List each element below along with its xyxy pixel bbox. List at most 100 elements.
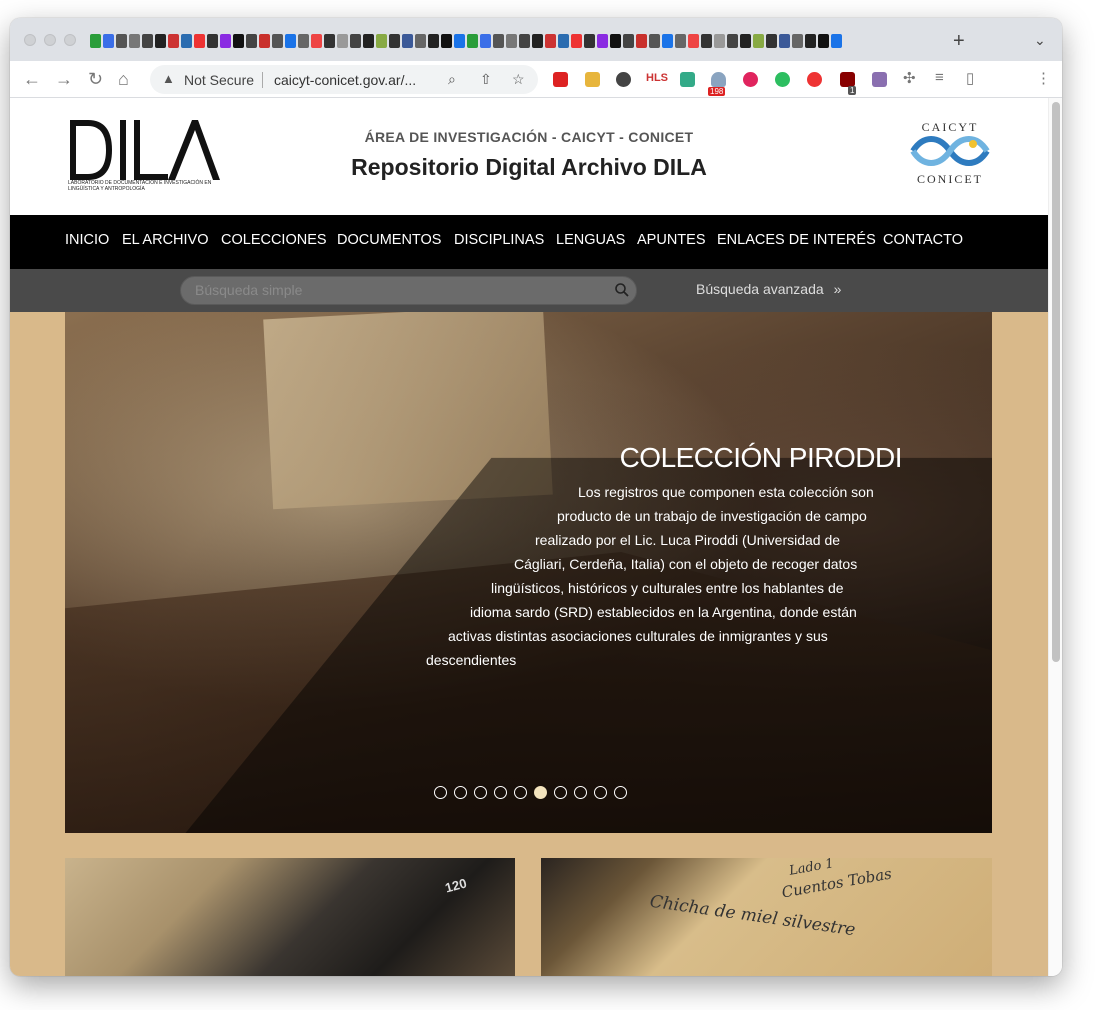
- pinned-tab-favicon-icon[interactable]: [506, 34, 517, 48]
- reading-list-icon[interactable]: ≡: [935, 69, 944, 86]
- address-bar[interactable]: ▲ Not Secure caicyt-conicet.gov.ar/... ⌕…: [150, 65, 538, 94]
- share-icon[interactable]: ⇧: [480, 71, 492, 88]
- pinned-tab-favicon-icon[interactable]: [714, 34, 725, 48]
- mail-extension-icon[interactable]: [711, 72, 726, 87]
- pinned-tab-favicon-icon[interactable]: [415, 34, 426, 48]
- pinned-tab-favicon-icon[interactable]: [558, 34, 569, 48]
- pinned-tab-favicon-icon[interactable]: [740, 34, 751, 48]
- nav-item-lenguas[interactable]: LENGUAS: [556, 232, 625, 248]
- ublock-icon[interactable]: [840, 72, 855, 87]
- pinned-tab-favicon-icon[interactable]: [194, 34, 205, 48]
- home-icon[interactable]: ⌂: [118, 69, 129, 90]
- pinned-tab-favicon-icon[interactable]: [220, 34, 231, 48]
- nav-item-contacto[interactable]: CONTACTO: [883, 232, 963, 248]
- slider-dot[interactable]: [614, 786, 627, 799]
- pinned-tab-favicon-icon[interactable]: [545, 34, 556, 48]
- pinned-tab-favicon-icon[interactable]: [389, 34, 400, 48]
- pencil-extension-icon[interactable]: [585, 72, 600, 87]
- slider-dot[interactable]: [534, 786, 547, 799]
- nav-item-apuntes[interactable]: APUNTES: [637, 232, 706, 248]
- pinned-tab-favicon-icon[interactable]: [818, 34, 829, 48]
- puzzle-extensions-icon[interactable]: ✣: [903, 69, 916, 87]
- pinned-tab-favicon-icon[interactable]: [272, 34, 283, 48]
- pinned-tab-favicon-icon[interactable]: [337, 34, 348, 48]
- slider-dot[interactable]: [594, 786, 607, 799]
- url-text[interactable]: caicyt-conicet.gov.ar/...: [274, 72, 416, 88]
- slider-dot[interactable]: [494, 786, 507, 799]
- pinned-tab-favicon-icon[interactable]: [610, 34, 621, 48]
- side-panel-icon[interactable]: ▯: [966, 69, 974, 87]
- simple-search[interactable]: [180, 276, 637, 305]
- pinned-tab-favicon-icon[interactable]: [805, 34, 816, 48]
- pinned-tab-favicon-icon[interactable]: [597, 34, 608, 48]
- pinned-tab-favicon-icon[interactable]: [285, 34, 296, 48]
- security-label[interactable]: Not Secure: [184, 72, 254, 88]
- pinned-tab-favicon-icon[interactable]: [493, 34, 504, 48]
- pinned-tab-favicon-icon[interactable]: [519, 34, 530, 48]
- m-extension-icon[interactable]: [743, 72, 758, 87]
- pinned-tabs[interactable]: [90, 34, 842, 48]
- pinned-tab-favicon-icon[interactable]: [532, 34, 543, 48]
- slider-dot[interactable]: [554, 786, 567, 799]
- slider-dot[interactable]: [434, 786, 447, 799]
- new-tab-button[interactable]: +: [953, 30, 965, 53]
- advanced-search-link[interactable]: Búsqueda avanzada »: [696, 281, 841, 297]
- nav-item-disciplinas[interactable]: DISCIPLINAS: [454, 232, 544, 248]
- pinned-tab-favicon-icon[interactable]: [168, 34, 179, 48]
- pinned-tab-favicon-icon[interactable]: [116, 34, 127, 48]
- pinned-tab-favicon-icon[interactable]: [675, 34, 686, 48]
- collection-card-film[interactable]: 120: [65, 858, 515, 976]
- pinned-tab-favicon-icon[interactable]: [90, 34, 101, 48]
- pinned-tab-favicon-icon[interactable]: [779, 34, 790, 48]
- lock-extension-icon[interactable]: [553, 72, 568, 87]
- pinned-tab-favicon-icon[interactable]: [727, 34, 738, 48]
- pinned-tab-favicon-icon[interactable]: [792, 34, 803, 48]
- slider-dot[interactable]: [474, 786, 487, 799]
- nav-item-documentos[interactable]: DOCUMENTOS: [337, 232, 441, 248]
- pinned-tab-favicon-icon[interactable]: [103, 34, 114, 48]
- owl-extension-icon[interactable]: [872, 72, 887, 87]
- pinned-tab-favicon-icon[interactable]: [129, 34, 140, 48]
- nav-item-colecciones[interactable]: COLECCIONES: [221, 232, 327, 248]
- pinned-tab-favicon-icon[interactable]: [636, 34, 647, 48]
- pinned-tab-favicon-icon[interactable]: [831, 34, 842, 48]
- reload-icon[interactable]: ↻: [88, 69, 103, 90]
- pinned-tab-favicon-icon[interactable]: [623, 34, 634, 48]
- nav-item-enlaces[interactable]: ENLACES DE INTERÉS: [717, 232, 876, 248]
- pinned-tab-favicon-icon[interactable]: [155, 34, 166, 48]
- pinned-tab-favicon-icon[interactable]: [233, 34, 244, 48]
- slide-title[interactable]: COLECCIÓN PIRODDI: [65, 442, 903, 474]
- pinned-tab-favicon-icon[interactable]: [571, 34, 582, 48]
- scrollbar-thumb[interactable]: [1052, 102, 1060, 662]
- kebab-menu-icon[interactable]: ⋮: [1036, 69, 1051, 87]
- pinned-tab-favicon-icon[interactable]: [428, 34, 439, 48]
- tab-search-chevron-icon[interactable]: ⌄: [1034, 32, 1046, 49]
- pinned-tab-favicon-icon[interactable]: [142, 34, 153, 48]
- nav-item-inicio[interactable]: INICIO: [65, 232, 109, 248]
- caicyt-conicet-logo[interactable]: CAICYT CONICET: [890, 120, 1010, 187]
- pinned-tab-favicon-icon[interactable]: [350, 34, 361, 48]
- evernote-icon[interactable]: [775, 72, 790, 87]
- search-input[interactable]: [195, 282, 595, 298]
- check-extension-icon[interactable]: [807, 72, 822, 87]
- pinned-tab-favicon-icon[interactable]: [441, 34, 452, 48]
- pinned-tab-favicon-icon[interactable]: [363, 34, 374, 48]
- pinned-tab-favicon-icon[interactable]: [246, 34, 257, 48]
- close-window-button[interactable]: [24, 34, 36, 46]
- circles-extension-icon[interactable]: [616, 72, 631, 87]
- slider-dot[interactable]: [574, 786, 587, 799]
- pinned-tab-favicon-icon[interactable]: [649, 34, 660, 48]
- hls-extension-icon[interactable]: HLS: [646, 72, 668, 84]
- slider-dot[interactable]: [514, 786, 527, 799]
- pinned-tab-favicon-icon[interactable]: [584, 34, 595, 48]
- pinned-tab-favicon-icon[interactable]: [467, 34, 478, 48]
- pinned-tab-favicon-icon[interactable]: [324, 34, 335, 48]
- pinned-tab-favicon-icon[interactable]: [688, 34, 699, 48]
- pinned-tab-favicon-icon[interactable]: [402, 34, 413, 48]
- pinned-tab-favicon-icon[interactable]: [311, 34, 322, 48]
- slider-dot[interactable]: [454, 786, 467, 799]
- zoom-icon[interactable]: ⌕: [448, 71, 456, 88]
- grid-extension-icon[interactable]: [680, 72, 695, 87]
- pinned-tab-favicon-icon[interactable]: [701, 34, 712, 48]
- pinned-tab-favicon-icon[interactable]: [480, 34, 491, 48]
